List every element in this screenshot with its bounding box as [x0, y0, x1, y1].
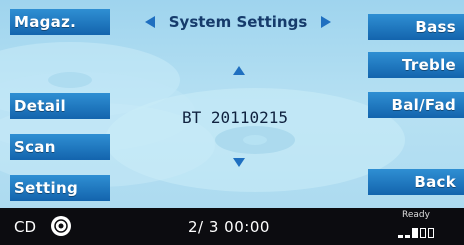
back-button-label: Back — [414, 173, 456, 191]
treble-button[interactable]: Treble — [368, 52, 464, 78]
menu-title-bar: System Settings — [116, 12, 360, 32]
next-menu-icon[interactable] — [321, 16, 332, 28]
status-bar: CD 2/ 3 00:00 Ready — [0, 208, 464, 245]
scan-button-label: Scan — [14, 138, 56, 156]
magazine-button[interactable]: Magaz. — [10, 9, 110, 35]
bal-fad-button-label: Bal/Fad — [391, 96, 456, 114]
track-time-readout: 2/ 3 00:00 — [188, 218, 270, 236]
setting-button[interactable]: Setting — [10, 175, 110, 201]
detail-button[interactable]: Detail — [10, 93, 110, 119]
bal-fad-button[interactable]: Bal/Fad — [368, 92, 464, 118]
signal-bars-icon — [398, 224, 456, 238]
detail-button-label: Detail — [14, 97, 67, 115]
magazine-button-label: Magaz. — [14, 13, 77, 31]
screen: Magaz. Detail Scan Setting Bass Treble B… — [0, 0, 464, 245]
bass-button[interactable]: Bass — [368, 14, 464, 40]
back-button[interactable]: Back — [368, 169, 464, 195]
source-label: CD — [14, 218, 37, 236]
bass-button-label: Bass — [415, 18, 456, 36]
treble-button-label: Treble — [401, 56, 456, 74]
scan-button[interactable]: Scan — [10, 134, 110, 160]
setting-button-label: Setting — [14, 179, 78, 197]
scroll-up-icon[interactable] — [233, 66, 245, 75]
page-title: System Settings — [168, 13, 308, 31]
scroll-down-icon[interactable] — [233, 158, 245, 167]
previous-menu-icon[interactable] — [144, 16, 155, 28]
ready-label: Ready — [402, 210, 430, 220]
bluetooth-version-text: BT 20110215 — [182, 108, 288, 127]
disc-icon — [51, 216, 71, 236]
